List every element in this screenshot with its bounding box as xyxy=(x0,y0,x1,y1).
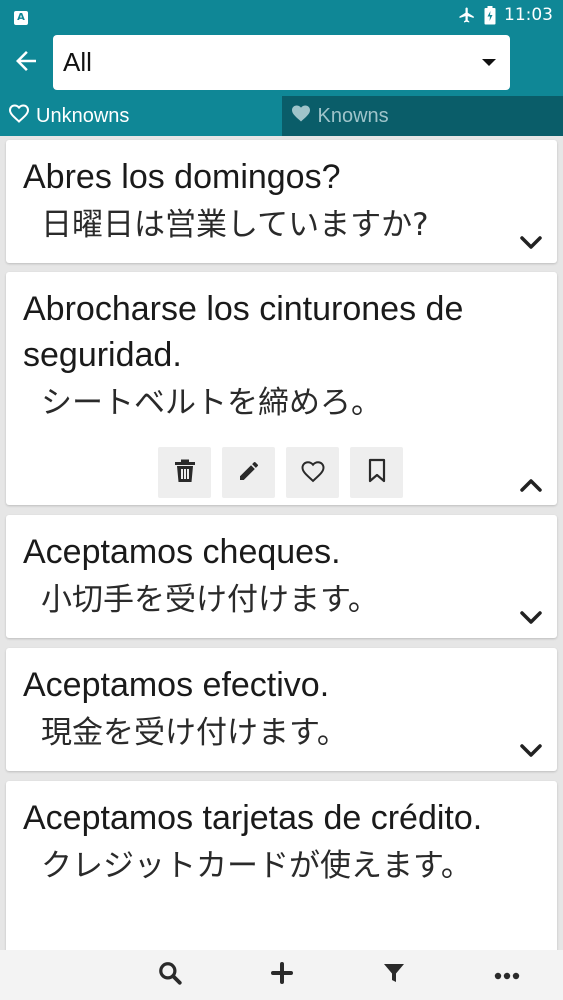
tabs: Unknowns Knowns xyxy=(0,96,563,136)
chevron-down-icon xyxy=(519,610,543,630)
tab-unknowns[interactable]: Unknowns xyxy=(0,96,282,136)
mark-known-button[interactable] xyxy=(286,447,339,498)
add-button[interactable] xyxy=(257,950,307,1000)
filter-icon xyxy=(382,961,406,989)
search-icon xyxy=(157,960,183,990)
status-bar: A 11:03 xyxy=(0,0,563,30)
card-translation: 現金を受け付けます。 xyxy=(41,715,348,751)
chevron-down-icon xyxy=(519,235,543,255)
bookmark-button[interactable] xyxy=(350,447,403,498)
category-dropdown[interactable]: All xyxy=(53,35,510,90)
search-button[interactable] xyxy=(145,950,195,1000)
pencil-icon xyxy=(237,459,261,487)
card-translation: 日曜日は営業していますか? xyxy=(41,207,429,243)
tab-unknowns-label: Unknowns xyxy=(36,104,130,127)
status-right: 11:03 xyxy=(458,5,553,25)
expand-button[interactable] xyxy=(517,743,545,763)
back-button[interactable] xyxy=(0,30,52,96)
edit-button[interactable] xyxy=(222,447,275,498)
card-term: Abres los domingos? xyxy=(23,158,341,196)
card-actions xyxy=(158,447,403,498)
collapse-button[interactable] xyxy=(517,477,545,497)
expand-button[interactable] xyxy=(517,235,545,255)
card-term: Abrocharse los cinturones de seguridad. xyxy=(23,290,464,374)
phrase-card[interactable]: Abres los domingos? 日曜日は営業していますか? xyxy=(6,140,557,263)
chevron-down-icon xyxy=(519,743,543,763)
card-term: Aceptamos tarjetas de crédito. xyxy=(23,799,483,837)
dropdown-value: All xyxy=(63,47,92,77)
card-translation: 小切手を受け付けます。 xyxy=(41,582,379,618)
phrase-card[interactable]: Aceptamos efectivo. 現金を受け付けます。 xyxy=(6,648,557,771)
app-badge-icon: A xyxy=(14,10,28,25)
phrase-card[interactable]: Aceptamos tarjetas de crédito. クレジットカードが… xyxy=(6,781,557,950)
app-header: All xyxy=(0,30,563,96)
heart-filled-icon xyxy=(288,101,314,131)
status-time: 11:03 xyxy=(504,5,553,25)
card-term: Aceptamos efectivo. xyxy=(23,666,330,704)
card-term: Aceptamos cheques. xyxy=(23,533,341,571)
phrase-card-expanded[interactable]: Abrocharse los cinturones de seguridad. … xyxy=(6,272,557,505)
delete-button[interactable] xyxy=(158,447,211,498)
filter-button[interactable] xyxy=(369,950,419,1000)
battery-icon xyxy=(484,5,496,25)
card-translation: クレジットカードが使えます。 xyxy=(41,848,472,884)
more-button[interactable] xyxy=(482,950,532,1000)
tab-knowns-label: Knowns xyxy=(317,104,389,127)
heart-outline-icon xyxy=(298,457,328,489)
bottom-toolbar xyxy=(0,950,563,1000)
airplane-mode-icon xyxy=(458,6,476,24)
status-left: A xyxy=(14,5,28,25)
bookmark-icon xyxy=(367,458,387,488)
card-translation: シートベルトを締めろ。 xyxy=(41,385,382,421)
expand-button[interactable] xyxy=(517,610,545,630)
heart-outline-icon xyxy=(6,101,32,131)
chevron-up-icon xyxy=(519,477,543,497)
arrow-left-icon xyxy=(11,46,41,80)
tab-knowns[interactable]: Knowns xyxy=(281,96,563,136)
more-icon xyxy=(494,966,520,985)
plus-icon xyxy=(270,961,294,989)
caret-down-icon xyxy=(482,59,496,66)
phrase-card[interactable]: Aceptamos cheques. 小切手を受け付けます。 xyxy=(6,515,557,638)
trash-icon xyxy=(174,459,196,487)
phrase-list: Abres los domingos? 日曜日は営業していますか? Abroch… xyxy=(0,136,563,950)
